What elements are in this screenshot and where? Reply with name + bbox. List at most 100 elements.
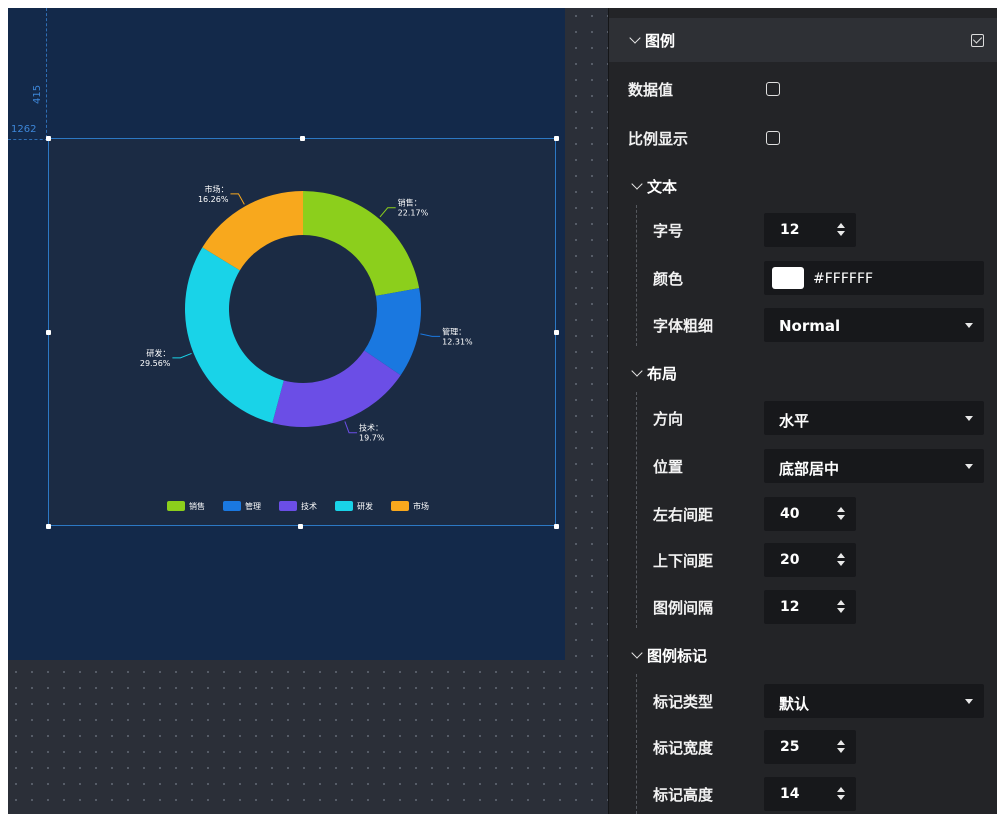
v-spacing-row: 上下间距 20 xyxy=(609,540,997,580)
legend-label-1[interactable]: 管理 xyxy=(245,501,261,511)
leader-line-4 xyxy=(230,193,245,205)
h-spacing-stepper[interactable]: 40 xyxy=(764,497,856,531)
position-value: 底部居中 xyxy=(779,460,840,478)
font-size-label: 字号 xyxy=(653,221,684,240)
design-canvas[interactable]: 415 1262 销售： 22.17% 管理： 12.31% 技术： 19.7% 研发： 29… xyxy=(8,8,608,814)
position-row: 位置 底部居中 xyxy=(609,446,997,486)
v-spacing-value: 20 xyxy=(780,552,800,568)
marker-group-header[interactable]: 图例标记 xyxy=(609,640,707,670)
caret-down-icon xyxy=(965,464,973,469)
legend-marker-3[interactable] xyxy=(335,501,353,511)
spinner-arrows-icon[interactable] xyxy=(836,739,846,755)
spinner-arrows-icon[interactable] xyxy=(836,599,846,615)
resize-handle-right[interactable] xyxy=(554,330,559,335)
ruler-y-readout: 415 xyxy=(32,84,43,104)
font-size-value: 12 xyxy=(780,222,800,238)
ratio-display-label: 比例显示 xyxy=(628,129,689,148)
resize-handle-bottom-right[interactable] xyxy=(554,524,559,529)
caret-down-icon xyxy=(965,323,973,328)
donut-chart-widget[interactable]: 销售： 22.17% 管理： 12.31% 技术： 19.7% 研发： 29.56% 市场： 16… xyxy=(48,138,556,526)
chevron-down-icon xyxy=(629,32,641,47)
legend-section-title: 图例 xyxy=(645,31,676,50)
caret-down-icon xyxy=(965,699,973,704)
marker-type-row: 标记类型 默认 xyxy=(609,681,997,721)
font-weight-value: Normal xyxy=(779,317,841,335)
text-group-header[interactable]: 文本 xyxy=(609,171,677,201)
legend-enable-checkbox[interactable] xyxy=(971,34,984,47)
font-weight-select[interactable]: Normal xyxy=(764,308,984,342)
slice-label-value-0: 22.17% xyxy=(398,209,429,218)
ruler-x-readout: 1262 xyxy=(11,124,37,135)
chevron-down-icon xyxy=(631,647,643,662)
legend-section-header[interactable]: 图例 xyxy=(609,18,997,62)
legend-label-4[interactable]: 市场 xyxy=(413,501,429,511)
slice-label-value-4: 16.26% xyxy=(198,195,229,204)
resize-handle-top-left[interactable] xyxy=(46,136,51,141)
direction-label: 方向 xyxy=(653,409,684,428)
marker-height-stepper[interactable]: 14 xyxy=(764,777,856,811)
marker-height-row: 标记高度 14 xyxy=(609,774,997,814)
slice-label-name-3: 研发： xyxy=(146,348,170,358)
marker-type-value: 默认 xyxy=(779,695,810,713)
caret-down-icon xyxy=(965,416,973,421)
donut-slice-3 xyxy=(184,247,284,423)
legend-marker-1[interactable] xyxy=(223,501,241,511)
resize-handle-top-right[interactable] xyxy=(554,136,559,141)
legend-gap-value: 12 xyxy=(780,599,800,615)
resize-handle-top[interactable] xyxy=(300,136,305,141)
resize-handle-bottom[interactable] xyxy=(298,524,303,529)
chevron-down-icon xyxy=(631,365,643,380)
legend-label-2[interactable]: 技术 xyxy=(301,501,317,511)
legend-label-0[interactable]: 销售 xyxy=(189,501,205,511)
ratio-display-checkbox[interactable] xyxy=(766,131,780,145)
marker-width-stepper[interactable]: 25 xyxy=(764,730,856,764)
color-swatch[interactable] xyxy=(772,267,804,289)
color-label: 颜色 xyxy=(653,269,684,288)
direction-value: 水平 xyxy=(779,412,810,430)
leader-line-2 xyxy=(344,421,358,434)
font-weight-row: 字体粗细 Normal xyxy=(609,305,997,345)
legend-gap-stepper[interactable]: 12 xyxy=(764,590,856,624)
property-panel: 图例 数据值 比例显示 文本 字号 12 颜色 #FFFFFF 字体粗细 Nor… xyxy=(608,8,997,814)
leader-line-3 xyxy=(172,352,192,359)
v-spacing-stepper[interactable]: 20 xyxy=(764,543,856,577)
data-value-label: 数据值 xyxy=(628,80,674,99)
spinner-arrows-icon[interactable] xyxy=(836,786,846,802)
direction-row: 方向 水平 xyxy=(609,398,997,438)
slice-label-name-0: 销售： xyxy=(398,198,422,208)
color-picker[interactable]: #FFFFFF xyxy=(764,261,984,295)
h-spacing-value: 40 xyxy=(780,506,800,522)
spinner-arrows-icon[interactable] xyxy=(836,552,846,568)
slice-label-value-2: 19.7% xyxy=(359,434,385,443)
data-value-checkbox[interactable] xyxy=(766,82,780,96)
marker-height-value: 14 xyxy=(780,786,800,802)
spinner-arrows-icon[interactable] xyxy=(836,222,846,238)
legend-gap-label: 图例间隔 xyxy=(653,598,714,617)
ruler-guide-vertical xyxy=(46,8,47,138)
resize-handle-left[interactable] xyxy=(46,330,51,335)
slice-label-value-3: 29.56% xyxy=(140,359,171,368)
marker-group-title: 图例标记 xyxy=(647,646,708,665)
marker-type-select[interactable]: 默认 xyxy=(764,684,984,718)
legend-marker-4[interactable] xyxy=(391,501,409,511)
marker-type-label: 标记类型 xyxy=(653,692,714,711)
marker-width-row: 标记宽度 25 xyxy=(609,727,997,767)
leader-line-1 xyxy=(420,333,441,337)
spinner-arrows-icon[interactable] xyxy=(836,506,846,522)
legend-label-3[interactable]: 研发 xyxy=(357,501,373,511)
legend-marker-0[interactable] xyxy=(167,501,185,511)
layout-group-header[interactable]: 布局 xyxy=(609,358,677,388)
screen-background: 415 1262 销售： 22.17% 管理： 12.31% 技术： 19.7% 研发： 29… xyxy=(8,8,565,660)
font-size-stepper[interactable]: 12 xyxy=(764,213,856,247)
legend-gap-row: 图例间隔 12 xyxy=(609,587,997,627)
v-spacing-label: 上下间距 xyxy=(653,551,714,570)
slice-label-name-1: 管理： xyxy=(442,326,466,336)
h-spacing-row: 左右间距 40 xyxy=(609,494,997,534)
ruler-guide-horizontal xyxy=(8,139,48,140)
direction-select[interactable]: 水平 xyxy=(764,401,984,435)
layout-group-title: 布局 xyxy=(647,364,678,383)
position-select[interactable]: 底部居中 xyxy=(764,449,984,483)
legend-marker-2[interactable] xyxy=(279,501,297,511)
resize-handle-bottom-left[interactable] xyxy=(46,524,51,529)
font-size-row: 字号 12 xyxy=(609,210,997,250)
